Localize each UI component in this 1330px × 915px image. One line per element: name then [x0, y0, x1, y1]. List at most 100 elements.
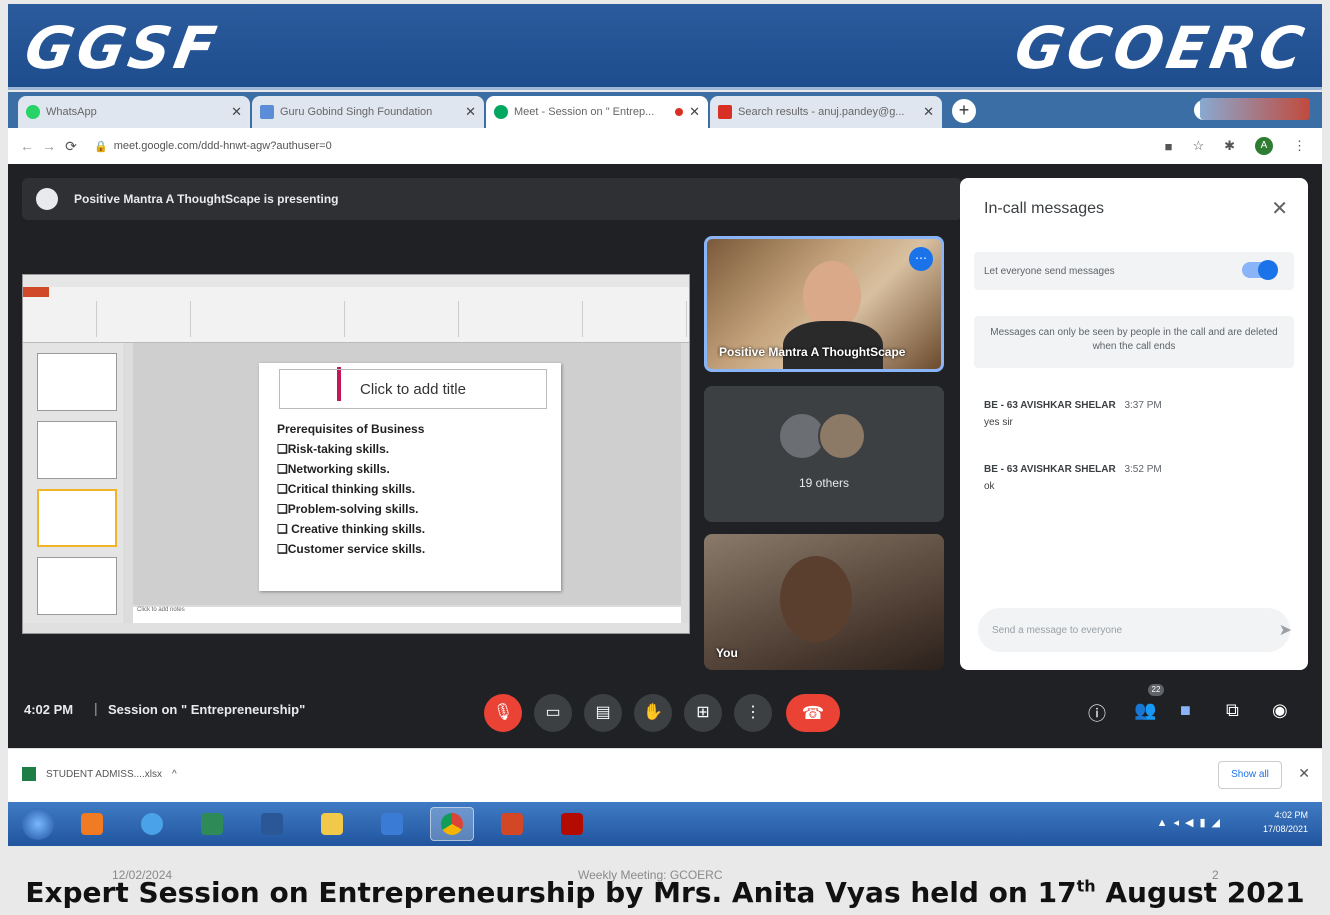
clock-date: 17/08/2021: [1262, 824, 1308, 834]
gcoerc-logo: GCOERC: [1009, 14, 1312, 82]
end-call-button[interactable]: ☎: [786, 694, 840, 732]
participants-badge: 22: [1148, 684, 1164, 696]
chat-input[interactable]: Send a message to everyone: [978, 608, 1290, 652]
tab-whatsapp[interactable]: WhatsApp ✕: [18, 96, 250, 128]
system-clock[interactable]: 4:02 PM 17/08/2021: [1263, 808, 1308, 836]
system-tray-icons[interactable]: ▲◂◀▮◢: [1157, 816, 1226, 829]
allow-messages-toggle[interactable]: [1242, 260, 1278, 280]
caption-superscript: th: [1076, 876, 1096, 896]
close-icon[interactable]: ✕: [465, 104, 476, 120]
publisher-button[interactable]: [370, 807, 414, 841]
slide-stage: Click to add title Prerequisites of Busi…: [133, 343, 681, 605]
acrobat-button[interactable]: [550, 807, 594, 841]
meeting-title: Session on " Entrepreneurship": [108, 702, 306, 717]
powerpoint-icon: [501, 813, 523, 835]
raise-hand-button[interactable]: ✋: [634, 694, 672, 732]
profile-avatar[interactable]: A: [1255, 137, 1273, 155]
close-icon[interactable]: ✕: [689, 104, 700, 120]
browser-tab-bar: WhatsApp ✕ Guru Gobind Singh Foundation …: [8, 92, 1322, 128]
downloads-bar: STUDENT ADMISS....xlsx ^ Show all ✕: [8, 748, 1322, 802]
show-all-button[interactable]: Show all: [1218, 761, 1282, 789]
slide-thumbnail[interactable]: [37, 353, 117, 411]
host-controls-icon[interactable]: ◉: [1272, 700, 1288, 721]
chat-title: In-call messages: [984, 200, 1105, 217]
powerpoint-button[interactable]: [490, 807, 534, 841]
others-avatars: [778, 412, 874, 462]
clock-time: 4:02 PM: [1274, 810, 1308, 820]
others-tile[interactable]: 19 others: [704, 386, 944, 522]
chrome-button[interactable]: [430, 807, 474, 841]
word-icon: [261, 813, 283, 835]
present-icon: [36, 188, 58, 210]
internet-explorer-button[interactable]: [130, 807, 174, 841]
caption-text: Expert Session on Entrepreneurship by Mr…: [25, 876, 1077, 909]
participant-name: Positive Mantra A ThoughtScape: [719, 345, 906, 359]
back-icon[interactable]: ←: [16, 138, 38, 154]
menu-icon[interactable]: ⋮: [1293, 138, 1306, 154]
camera-button[interactable]: ▭: [534, 694, 572, 732]
slide-thumbnails: [23, 343, 123, 625]
presenter-tile[interactable]: ⋯ Positive Mantra A ThoughtScape: [704, 236, 944, 372]
people-icon[interactable]: 👥: [1134, 700, 1156, 721]
info-icon[interactable]: ⓘ: [1088, 700, 1106, 726]
close-icon[interactable]: ✕: [1298, 765, 1310, 782]
forward-icon[interactable]: →: [38, 138, 60, 154]
mic-off-button[interactable]: 🎙: [484, 694, 522, 732]
slide-thumbnail[interactable]: [37, 421, 117, 479]
slide-thumbnail[interactable]: [37, 557, 117, 615]
hand-icon: ✋: [643, 704, 663, 721]
close-icon[interactable]: ✕: [923, 104, 934, 120]
ggsf-logo: GGSF: [20, 14, 225, 82]
tab-gmail[interactable]: Search results - anuj.pandey@g... ✕: [710, 96, 942, 128]
chat-notice: Messages can only be seen by people in t…: [974, 316, 1294, 368]
send-icon[interactable]: ➤: [1279, 620, 1292, 640]
close-icon[interactable]: ✕: [231, 104, 242, 120]
tab-guru-gobind[interactable]: Guru Gobind Singh Foundation ✕: [252, 96, 484, 128]
file-tab: [23, 287, 49, 297]
folder-icon: [321, 813, 343, 835]
camera-icon: ▭: [545, 704, 561, 721]
self-tile[interactable]: You: [704, 534, 944, 670]
star-icon[interactable]: ☆: [1192, 138, 1204, 154]
chevron-up-icon[interactable]: ^: [172, 769, 177, 780]
camera-icon[interactable]: ■: [1165, 139, 1173, 154]
whatsapp-icon: [26, 105, 40, 119]
extensions-icon[interactable]: ✱: [1224, 138, 1235, 154]
bullet: ❑ Creative thinking skills.: [277, 522, 426, 536]
url-field[interactable]: meet.google.com/ddd-hnwt-agw?authuser=0: [114, 140, 332, 152]
more-options-button[interactable]: ⋮: [734, 694, 772, 732]
excel-file-icon: [22, 767, 36, 781]
separator: |: [94, 700, 98, 716]
captions-button[interactable]: ▤: [584, 694, 622, 732]
reload-icon[interactable]: ⟳: [60, 138, 82, 155]
ppt-ribbon: [23, 287, 689, 343]
page-icon: [260, 105, 274, 119]
download-item[interactable]: STUDENT ADMISS....xlsx ^: [22, 767, 177, 781]
ppt-titlebar: [23, 275, 689, 287]
excel-button[interactable]: [190, 807, 234, 841]
slide-thumbnail[interactable]: [37, 489, 117, 547]
ie-icon: [141, 813, 163, 835]
bullet: ❑Networking skills.: [277, 462, 390, 476]
activities-icon[interactable]: ⧉: [1226, 700, 1239, 721]
close-icon[interactable]: ✕: [1271, 196, 1288, 221]
excel-icon: [201, 813, 223, 835]
toggle-label: Let everyone send messages: [984, 265, 1115, 277]
caption-text-end: August 2021: [1095, 876, 1305, 909]
window-controls[interactable]: [1200, 98, 1310, 120]
explorer-button[interactable]: [310, 807, 354, 841]
title-placeholder[interactable]: Click to add title: [279, 369, 547, 409]
notes-pane[interactable]: Click to add notes: [133, 607, 681, 623]
new-tab-button[interactable]: +: [952, 99, 976, 123]
lock-icon: 🔒: [94, 140, 108, 153]
self-face: [780, 556, 852, 642]
more-options-icon[interactable]: ⋯: [909, 247, 933, 271]
chat-icon[interactable]: ■: [1180, 700, 1191, 721]
start-button[interactable]: [22, 808, 54, 840]
media-player-button[interactable]: [70, 807, 114, 841]
word-button[interactable]: [250, 807, 294, 841]
message-text: yes sir: [984, 417, 1013, 428]
tab-meet[interactable]: Meet - Session on " Entrep... ✕: [486, 96, 708, 128]
present-icon: ⊞: [696, 704, 710, 721]
present-button[interactable]: ⊞: [684, 694, 722, 732]
